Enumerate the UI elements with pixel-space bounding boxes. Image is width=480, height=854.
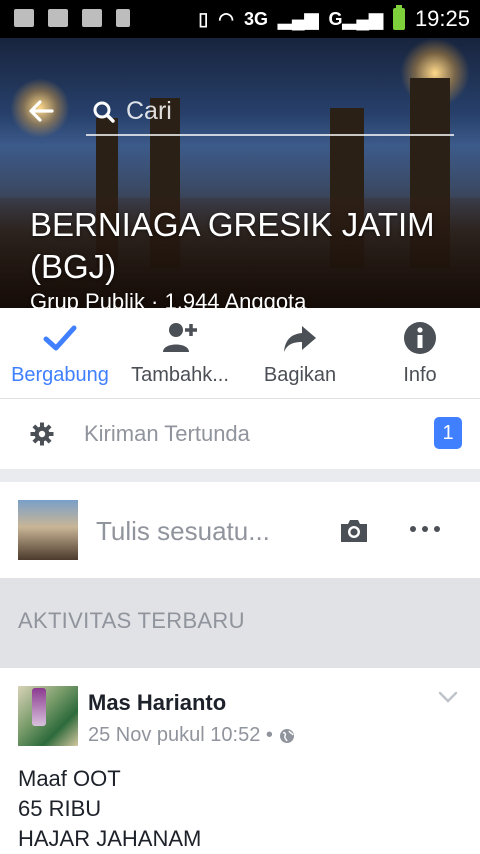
globe-icon (279, 728, 294, 743)
network-type: 3G (244, 8, 269, 29)
signal-icon-2: G▂▄▆ (328, 8, 383, 29)
section-title: AKTIVITAS TERBARU (18, 608, 245, 633)
feed-post: Mas Harianto 25 Nov pukul 10:52 • Maaf O… (0, 668, 480, 854)
post-line: 65 RIBU (18, 796, 102, 821)
add-members-button[interactable]: Tambahk... (120, 308, 240, 398)
post-timestamp[interactable]: 25 Nov pukul 10:52 • (88, 724, 273, 747)
share-label: Bagikan (263, 364, 337, 386)
post-body: Maaf OOT 65 RIBU HAJAR JAHANAM (18, 764, 201, 854)
post-author[interactable]: Mas Harianto (88, 690, 226, 716)
gear-icon (30, 422, 54, 446)
more-options-icon[interactable] (410, 526, 440, 532)
camera-icon[interactable] (338, 518, 370, 544)
composer-input[interactable]: Tulis sesuatu... (96, 516, 270, 547)
post-line: Maaf OOT (18, 766, 121, 791)
image-icon (48, 9, 68, 27)
info-label: Info (403, 364, 437, 386)
join-button[interactable]: Bergabung (0, 308, 120, 398)
download-icon (116, 9, 130, 27)
info-button[interactable]: Info (360, 308, 480, 398)
vibrate-icon: ▯ (198, 8, 209, 29)
info-icon (404, 322, 436, 354)
status-bar: ▯ ◠ 3G ▂▄▆ G▂▄▆ 19:25 (0, 0, 480, 38)
post-meta: 25 Nov pukul 10:52 • (88, 724, 295, 747)
back-arrow-icon[interactable] (26, 96, 56, 126)
search-input[interactable]: Cari (86, 90, 454, 136)
signal-icon: ▂▄▆ (278, 8, 319, 29)
group-cover-photo[interactable]: Cari BERNIAGA GRESIK JATIM (BGJ) Grup Pu… (0, 38, 480, 308)
pending-posts-label: Kiriman Tertunda (84, 421, 250, 446)
join-label: Bergabung (11, 364, 109, 386)
search-icon (93, 101, 115, 123)
pending-posts-row[interactable]: Kiriman Tertunda 1 (0, 399, 480, 469)
section-header: AKTIVITAS TERBARU (0, 578, 480, 668)
group-title: BERNIAGA GRESIK JATIM (BGJ) (30, 206, 435, 285)
notification-icons (14, 9, 130, 27)
wifi-icon: ◠ (218, 8, 235, 29)
add-person-icon (163, 323, 197, 352)
group-action-bar: Bergabung Tambahk... Bagikan Info (0, 308, 480, 399)
group-subtitle: Grup Publik · 1.944 Anggota (30, 289, 307, 308)
user-avatar[interactable] (18, 500, 78, 560)
post-composer: Tulis sesuatu... (0, 482, 480, 578)
share-icon (284, 326, 316, 352)
system-icons: ▯ ◠ 3G ▂▄▆ G▂▄▆ 19:25 (198, 5, 470, 32)
product-bottle (32, 688, 46, 726)
add-members-label: Tambahk... (131, 364, 229, 386)
chevron-down-icon[interactable] (438, 690, 458, 704)
post-line: HAJAR JAHANAM (18, 826, 202, 851)
battery-icon (392, 5, 405, 30)
clock: 19:25 (414, 6, 470, 31)
mail-icon (14, 9, 34, 27)
bbm-icon (82, 9, 102, 27)
search-placeholder: Cari (126, 97, 172, 125)
share-button[interactable]: Bagikan (240, 308, 360, 398)
pending-count-badge: 1 (434, 417, 462, 449)
author-avatar[interactable] (18, 686, 78, 746)
check-icon (43, 325, 77, 351)
